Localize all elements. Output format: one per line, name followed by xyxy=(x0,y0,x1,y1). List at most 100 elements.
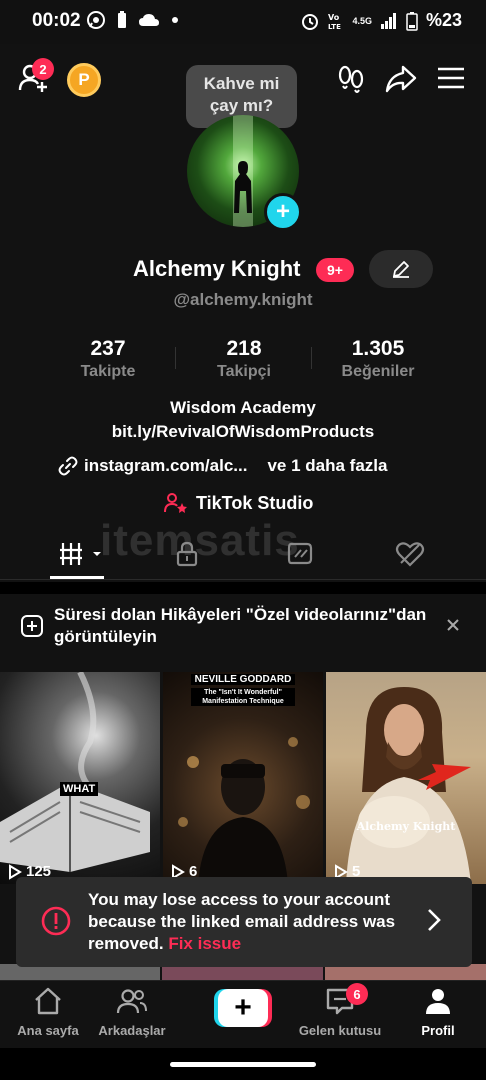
toast-message-text: You may lose access to your account beca… xyxy=(88,890,396,953)
tiktok-studio-link[interactable]: TikTok Studio xyxy=(164,492,313,514)
stats-row: 237 Takipte 218 Takipçi 1.305 Beğeniler xyxy=(0,337,486,385)
profile-screen: 2 P Kahve mi çay mı? + Alchemy Knight 9+… xyxy=(0,44,486,1048)
name-row: Alchemy Knight 9+ xyxy=(0,250,486,288)
inbox-badge: 6 xyxy=(346,983,368,1005)
home-icon xyxy=(35,987,61,1015)
instagram-link: instagram.com/alc... xyxy=(84,456,248,475)
video-caption-subtitle: The "Isn't It Wonderful" Manifestation T… xyxy=(191,688,295,706)
footprint-icon xyxy=(338,65,364,93)
studio-label: TikTok Studio xyxy=(196,492,314,513)
profile-tabs xyxy=(0,532,486,580)
dot-icon xyxy=(172,17,178,23)
fix-issue-link[interactable]: Fix issue xyxy=(168,934,241,953)
stat-value: 1.305 xyxy=(351,337,405,360)
notification-badge[interactable]: 9+ xyxy=(316,258,354,282)
story-banner-text: Süresi dolan Hikâyeleri "Özel videoların… xyxy=(54,605,427,646)
more-links: ve 1 daha fazla xyxy=(267,456,388,475)
edit-profile-button[interactable] xyxy=(369,250,433,288)
nav-inbox[interactable]: 6 Gelen kutusu xyxy=(292,983,388,1038)
share-icon xyxy=(385,65,417,93)
add-friend-button[interactable]: 2 xyxy=(18,58,54,99)
add-friend-badge: 2 xyxy=(32,58,54,80)
footprint-button[interactable] xyxy=(336,64,366,99)
nav-profile[interactable]: Profil xyxy=(390,987,486,1038)
add-story-button[interactable]: + xyxy=(264,193,302,231)
profile-icon xyxy=(426,989,450,1014)
stat-value: 218 xyxy=(226,337,262,360)
nav-friends-label: Arkadaşlar xyxy=(98,1023,166,1038)
studio-person-star-icon xyxy=(164,493,187,513)
video-caption: WHAT xyxy=(60,782,99,796)
hamburger-menu-icon xyxy=(438,67,464,89)
nav-home-label: Ana sayfa xyxy=(17,1023,79,1038)
battery-saver-icon xyxy=(118,11,126,28)
nav-profile-label: Profil xyxy=(421,1023,455,1038)
battery-percent: %23 xyxy=(425,10,462,30)
note-line-1: Kahve mi xyxy=(203,74,280,93)
bottom-nav: Ana sayfa Arkadaşlar + 6 Gelen kutusu Pr… xyxy=(0,980,486,1048)
tab-private[interactable] xyxy=(167,540,207,568)
status-left-icons xyxy=(86,10,180,30)
nav-home[interactable]: Ana sayfa xyxy=(0,987,96,1038)
friends-icon xyxy=(116,989,147,1014)
videos-grid-icon xyxy=(60,543,101,565)
bio-link[interactable]: bit.ly/RevivalOfWisdomProducts xyxy=(0,422,486,442)
stat-divider xyxy=(311,347,312,369)
signal-icon xyxy=(380,12,396,29)
stat-label: Takipçi xyxy=(217,363,271,380)
warning-icon xyxy=(41,906,71,936)
book-smoke-image xyxy=(0,672,150,872)
status-time: 00:02 xyxy=(32,10,81,31)
network-type: 4.5G xyxy=(352,15,372,26)
pencil-icon xyxy=(393,261,409,278)
plus-icon: + xyxy=(218,989,268,1027)
stat-following[interactable]: 237 Takipte xyxy=(53,337,163,381)
svg-text:Vo: Vo xyxy=(328,13,340,22)
home-indicator[interactable] xyxy=(170,1062,316,1067)
video-thumbnail[interactable]: Alchemy Knight 5 xyxy=(326,672,486,884)
stat-likes[interactable]: 1.305 Beğeniler xyxy=(323,337,433,381)
stat-value: 237 xyxy=(90,337,126,360)
stat-divider xyxy=(175,347,176,369)
divider xyxy=(0,582,486,594)
account-warning-toast[interactable]: You may lose access to your account beca… xyxy=(16,877,472,967)
system-home-bar xyxy=(0,1048,486,1080)
close-icon[interactable] xyxy=(446,618,460,632)
hidden-heart-icon xyxy=(395,542,425,567)
repost-icon xyxy=(287,542,313,565)
expired-stories-banner[interactable]: Süresi dolan Hikâyeleri "Özel videoların… xyxy=(0,594,486,670)
link-icon xyxy=(58,456,78,476)
stat-label: Beğeniler xyxy=(341,363,415,380)
tab-liked[interactable] xyxy=(390,540,430,568)
tab-videos[interactable] xyxy=(56,540,106,568)
volte-icon: VoLTE xyxy=(328,13,341,31)
nav-friends[interactable]: Arkadaşlar xyxy=(84,987,180,1038)
story-archive-icon xyxy=(21,615,43,637)
video-thumbnail[interactable]: NEVILLE GODDARD The "Isn't It Wonderful"… xyxy=(163,672,323,884)
stat-followers[interactable]: 218 Takipçi xyxy=(189,337,299,381)
svg-text:LTE: LTE xyxy=(328,23,341,31)
jesus-lamb-image xyxy=(346,687,471,884)
note-line-2: çay mı? xyxy=(209,96,274,115)
nav-inbox-label: Gelen kutusu xyxy=(298,1023,382,1038)
video-caption: Alchemy Knight xyxy=(356,820,456,833)
p-coin-button[interactable]: P xyxy=(67,63,101,97)
status-bar: 00:02 Vo LTE 4.5G %23 xyxy=(0,0,486,44)
menu-button[interactable] xyxy=(437,66,465,95)
stat-label: Takipte xyxy=(80,363,136,380)
external-links-row[interactable]: instagram.com/alc... ve 1 daha fazla xyxy=(58,456,387,476)
video-thumbnail[interactable]: WHAT 125 xyxy=(0,672,160,884)
status-right: Vo LTE 4.5G %23 xyxy=(300,10,462,31)
lock-icon xyxy=(176,541,198,567)
share-profile-button[interactable] xyxy=(385,64,417,99)
chevron-right-icon[interactable] xyxy=(426,907,442,933)
bio-line-1: Wisdom Academy xyxy=(170,398,316,417)
alarm-icon xyxy=(302,13,319,30)
create-button[interactable]: + xyxy=(214,989,272,1027)
whatsapp-icon xyxy=(87,11,105,29)
tab-reposts[interactable] xyxy=(281,540,321,568)
display-name: Alchemy Knight xyxy=(133,256,301,281)
username: @alchemy.knight xyxy=(173,290,313,309)
toast-message: You may lose access to your account beca… xyxy=(88,889,428,955)
battery-icon xyxy=(406,11,418,31)
